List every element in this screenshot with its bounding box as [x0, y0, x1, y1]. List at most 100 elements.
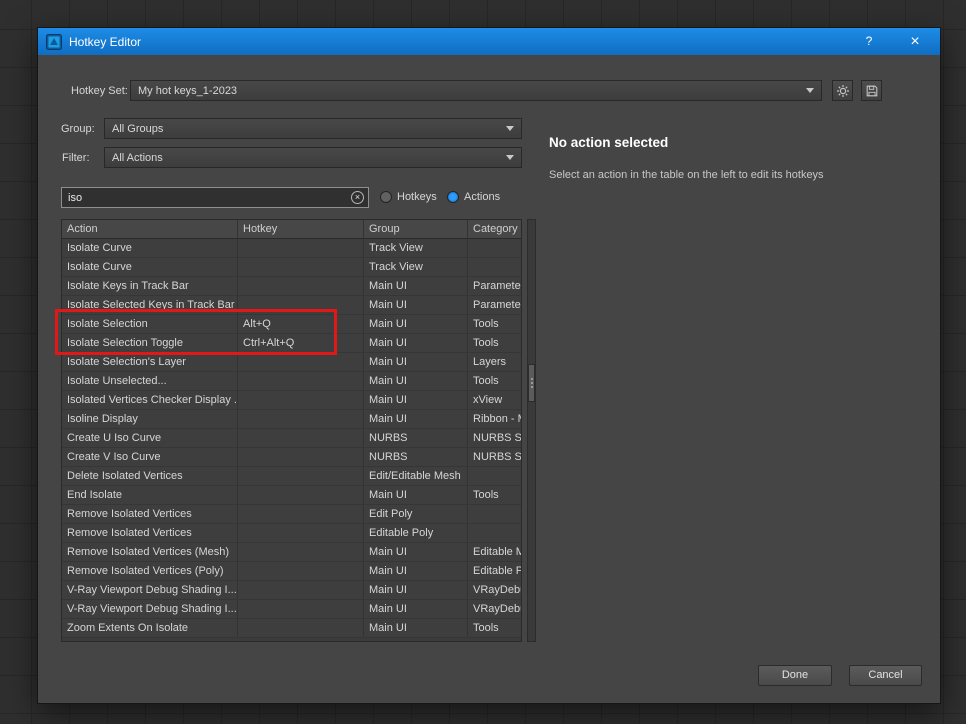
cell-group: Main UI [364, 619, 468, 637]
cell-hotkey [238, 410, 364, 428]
cell-group: Edit Poly [364, 505, 468, 523]
cell-category: Parameter . [473, 280, 521, 292]
scrollbar-thumb[interactable] [528, 364, 535, 402]
cell-category: Editable Po. [473, 565, 521, 577]
table-row[interactable]: End Isolate Main UI Tools [62, 486, 521, 505]
cell-action: Isolate Unselected... [62, 372, 238, 390]
cell-category: Ribbon - M. [473, 413, 521, 425]
cell-action: Remove Isolated Vertices (Poly) [62, 562, 238, 580]
hotkey-set-dropdown[interactable]: My hot keys_1-2023 [130, 80, 822, 101]
gear-icon [836, 84, 849, 97]
cell-action: Isolated Vertices Checker Display ... [62, 391, 238, 409]
cell-group: Editable Poly [364, 524, 468, 542]
table-row[interactable]: Remove Isolated Vertices Edit Poly [62, 505, 521, 524]
hotkey-set-settings-button[interactable] [832, 80, 853, 101]
dialog-title: Hotkey Editor [69, 34, 142, 49]
cell-hotkey [238, 467, 364, 485]
table-scrollbar[interactable] [527, 219, 536, 642]
close-button[interactable]: × [900, 28, 930, 55]
cell-category: xView [473, 394, 503, 406]
table-row[interactable]: Isolate Curve Track View [62, 258, 521, 277]
group-dropdown[interactable]: All Groups [104, 118, 522, 139]
cell-group: Track View [364, 258, 468, 276]
cell-group: Main UI [364, 372, 468, 390]
table-row[interactable]: Create U Iso Curve NURBS NURBS Sur. [62, 429, 521, 448]
cell-hotkey [238, 524, 364, 542]
cell-hotkey [238, 372, 364, 390]
help-button[interactable]: ? [856, 28, 882, 55]
cell-group: Main UI [364, 581, 468, 599]
cell-group: Main UI [364, 334, 468, 352]
table-row[interactable]: Remove Isolated Vertices (Mesh) Main UI Ed… [62, 543, 521, 562]
cell-group: NURBS [364, 448, 468, 466]
cell-category: Tools [473, 489, 499, 501]
table-row[interactable]: Isolate Selection Toggle Ctrl+Alt+Q Main U… [62, 334, 521, 353]
cell-hotkey [238, 486, 364, 504]
table-row[interactable]: Isolate Keys in Track Bar Main UI Paramete… [62, 277, 521, 296]
cell-group: Main UI [364, 296, 468, 314]
cell-category: Parameter . [473, 299, 521, 311]
radio-hotkeys[interactable]: Hotkeys [380, 191, 437, 203]
cell-group: Main UI [364, 410, 468, 428]
column-header-hotkey[interactable]: Hotkey [238, 220, 364, 238]
cell-hotkey [238, 581, 364, 599]
filter-dropdown[interactable]: All Actions [104, 147, 522, 168]
cell-action: Remove Isolated Vertices [62, 524, 238, 542]
table-row[interactable]: Isoline Display Main UI Ribbon - M. [62, 410, 521, 429]
chevron-down-icon [506, 155, 514, 160]
cell-category [468, 258, 521, 276]
cell-group: Main UI [364, 277, 468, 295]
viewport-background: Hotkey Editor ? × Hotkey Set: My hot key… [0, 0, 966, 724]
cell-category: Editable M.. [473, 546, 521, 558]
table-row[interactable]: Remove Isolated Vertices (Poly) Main UI Ed… [62, 562, 521, 581]
clear-search-icon[interactable]: × [351, 191, 364, 204]
cell-action: Create U Iso Curve [62, 429, 238, 447]
cancel-button[interactable]: Cancel [849, 665, 922, 686]
cell-category: Tools [473, 622, 499, 634]
save-hotkey-set-button[interactable] [861, 80, 882, 101]
radio-circle-icon [447, 191, 459, 203]
cell-category: Layers [473, 356, 507, 368]
column-header-action[interactable]: Action [62, 220, 238, 238]
table-row[interactable]: Create V Iso Curve NURBS NURBS Sur. [62, 448, 521, 467]
save-icon [866, 85, 877, 96]
table-row[interactable]: Delete Isolated Vertices Edit/Editable Me… [62, 467, 521, 486]
cell-category [468, 239, 521, 257]
dialog-titlebar[interactable]: Hotkey Editor ? × [38, 28, 940, 55]
cell-hotkey [238, 600, 364, 618]
cell-group: Track View [364, 239, 468, 257]
group-value: All Groups [112, 122, 164, 135]
table-row[interactable]: Isolate Selection Alt+Q Main UI Tools [62, 315, 521, 334]
table-row[interactable]: Isolate Selected Keys in Track Bar Main U… [62, 296, 521, 315]
cell-group: Main UI [364, 353, 468, 371]
table-row[interactable]: V-Ray Viewport Debug Shading I... Main UI… [62, 600, 521, 619]
radio-circle-icon [380, 191, 392, 203]
cell-category: NURBS Sur. [473, 432, 521, 444]
cell-action: Remove Isolated Vertices [62, 505, 238, 523]
hotkey-table-body: Isolate Curve Track View Isolate Curve Trac… [62, 239, 521, 638]
table-row[interactable]: Isolated Vertices Checker Display ... Mai… [62, 391, 521, 410]
hotkey-set-label: Hotkey Set: [71, 85, 128, 97]
hotkey-table-header: Action Hotkey Group Category [62, 220, 521, 239]
cell-hotkey [238, 448, 364, 466]
table-row[interactable]: V-Ray Viewport Debug Shading I... Main UI… [62, 581, 521, 600]
table-row[interactable]: Isolate Selection's Layer Main UI Layers [62, 353, 521, 372]
search-input[interactable] [61, 187, 369, 208]
cell-hotkey [238, 258, 364, 276]
cell-hotkey [238, 619, 364, 637]
column-header-category[interactable]: Category [468, 220, 521, 238]
table-row[interactable]: Zoom Extents On Isolate Main UI Tools [62, 619, 521, 638]
app-icon [46, 33, 62, 50]
cell-hotkey [238, 296, 364, 314]
table-row[interactable]: Isolate Unselected... Main UI Tools [62, 372, 521, 391]
column-header-group[interactable]: Group [364, 220, 468, 238]
table-row[interactable]: Remove Isolated Vertices Editable Poly [62, 524, 521, 543]
done-button[interactable]: Done [758, 665, 832, 686]
chevron-down-icon [506, 126, 514, 131]
table-row[interactable]: Isolate Curve Track View [62, 239, 521, 258]
radio-hotkeys-label: Hotkeys [397, 191, 437, 203]
cell-hotkey [238, 429, 364, 447]
cell-action: V-Ray Viewport Debug Shading I... [62, 581, 238, 599]
radio-actions[interactable]: Actions [447, 191, 500, 203]
cell-category: NURBS Sur. [473, 451, 521, 463]
